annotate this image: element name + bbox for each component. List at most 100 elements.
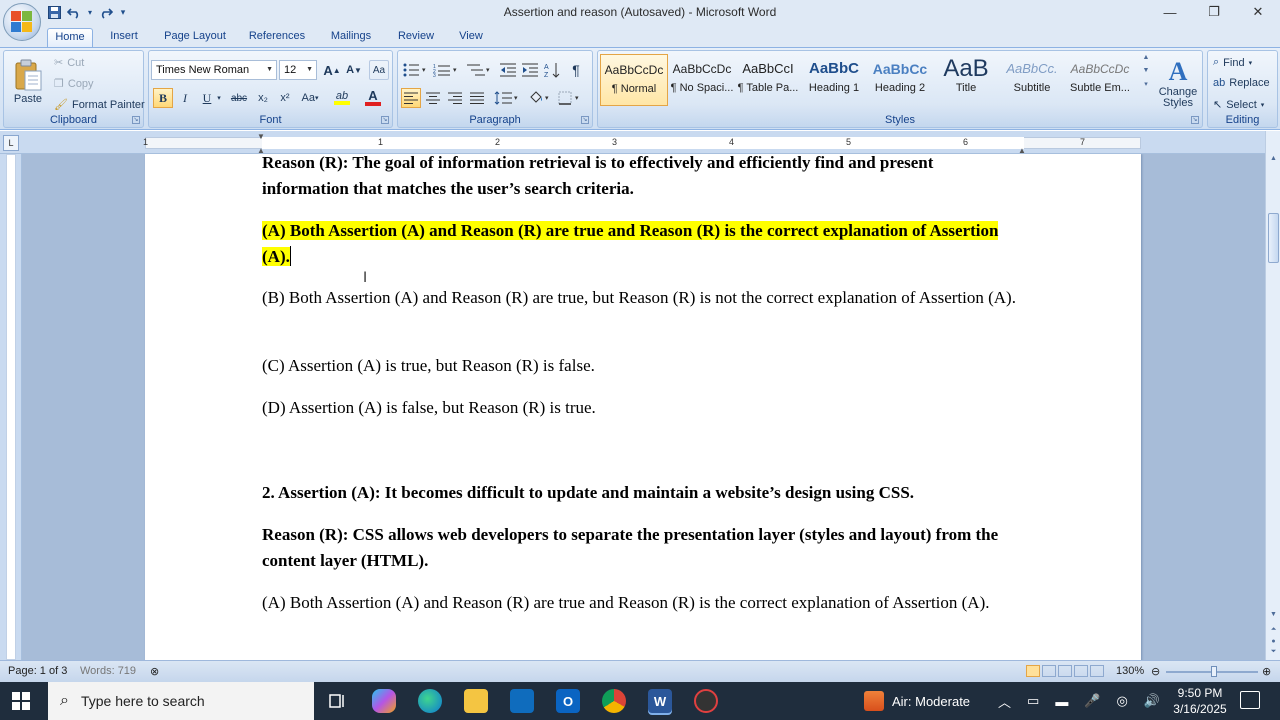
- line-spacing-button[interactable]: ▾: [492, 88, 522, 108]
- styles-launcher-icon[interactable]: ↘: [1191, 116, 1199, 124]
- shrink-font-button[interactable]: A ▼: [344, 60, 364, 80]
- shading-button[interactable]: ▾: [526, 88, 554, 108]
- volume-icon[interactable]: 🔊: [1144, 693, 1160, 709]
- microsoft-store-icon[interactable]: [510, 689, 534, 713]
- grow-font-button[interactable]: A ▲: [322, 60, 342, 80]
- find-button[interactable]: ⌕ Find ▾: [1213, 56, 1252, 69]
- doc-paragraph[interactable]: (D) Assertion (A) is false, but Reason (…: [262, 395, 1022, 421]
- font-size-combo[interactable]: 12 ▼: [279, 60, 317, 80]
- vertical-ruler[interactable]: [0, 154, 22, 660]
- tab-view[interactable]: View: [452, 28, 490, 47]
- first-line-indent-marker[interactable]: ▼: [257, 132, 265, 141]
- word-count[interactable]: Words: 719: [80, 665, 136, 677]
- tab-review[interactable]: Review: [392, 28, 440, 47]
- show-formatting-marks-button[interactable]: ¶: [566, 60, 586, 80]
- replace-button[interactable]: ab Replace: [1213, 77, 1270, 89]
- align-center-button[interactable]: [423, 88, 443, 108]
- microphone-icon[interactable]: 🎤: [1084, 693, 1100, 709]
- doc-paragraph[interactable]: (B) Both Assertion (A) and Reason (R) ar…: [262, 285, 1022, 311]
- scroll-up-arrow-icon[interactable]: ▲: [1268, 155, 1279, 166]
- decrease-indent-button[interactable]: [498, 60, 518, 80]
- scroll-down-arrow-icon[interactable]: ▼: [1268, 611, 1279, 622]
- chrome-icon[interactable]: [602, 689, 626, 713]
- font-color-button[interactable]: A: [359, 88, 387, 108]
- increase-indent-button[interactable]: [520, 60, 540, 80]
- weather-widget[interactable]: Air: Moderate: [864, 682, 970, 720]
- style-no-spacing[interactable]: AaBbCcDc ¶ No Spaci...: [670, 54, 734, 106]
- word-taskbar-icon[interactable]: W: [648, 689, 672, 713]
- strikethrough-button[interactable]: abc: [227, 88, 251, 108]
- align-right-button[interactable]: [445, 88, 465, 108]
- font-launcher-icon[interactable]: ↘: [381, 116, 389, 124]
- tab-page-layout[interactable]: Page Layout: [158, 28, 232, 47]
- outline-view-icon[interactable]: [1074, 665, 1088, 677]
- style-heading-1[interactable]: AaBbC Heading 1: [802, 54, 866, 106]
- task-view-icon[interactable]: [326, 689, 350, 713]
- minimize-button[interactable]: —: [1148, 0, 1192, 24]
- paste-button[interactable]: Paste: [8, 53, 48, 111]
- document-page[interactable]: Reason (R): The goal of information retr…: [145, 154, 1141, 660]
- zoom-level[interactable]: 130%: [1116, 665, 1144, 677]
- recorder-icon[interactable]: [694, 689, 718, 713]
- select-button[interactable]: ↖ Select ▾: [1213, 98, 1264, 112]
- style-heading-2[interactable]: AaBbCc Heading 2: [868, 54, 932, 106]
- style-subtitle[interactable]: AaBbCc. Subtitle: [1000, 54, 1064, 106]
- taskbar-search-box[interactable]: ⌕ Type here to search: [48, 682, 314, 720]
- outlook-icon[interactable]: O: [556, 689, 580, 713]
- change-styles-button[interactable]: A Change Styles: [1157, 54, 1199, 112]
- zoom-out-icon[interactable]: ⊖: [1151, 665, 1160, 678]
- bullets-button[interactable]: ▾: [401, 60, 429, 80]
- highlighted-text[interactable]: (A) Both Assertion (A) and Reason (R) ar…: [262, 221, 999, 266]
- text-highlight-button[interactable]: ab: [327, 88, 357, 108]
- superscript-button[interactable]: x²: [275, 88, 295, 108]
- borders-button[interactable]: ▾: [556, 88, 586, 108]
- next-page-icon[interactable]: ⏷: [1268, 648, 1279, 659]
- numbering-button[interactable]: 1 2 3 ▾: [431, 60, 461, 80]
- scroll-down-icon[interactable]: ▼: [1143, 67, 1150, 74]
- print-layout-view-icon[interactable]: [1026, 665, 1040, 677]
- bold-button[interactable]: B: [153, 88, 173, 108]
- draft-view-icon[interactable]: [1090, 665, 1104, 677]
- doc-paragraph[interactable]: (A) Both Assertion (A) and Reason (R) ar…: [262, 590, 1022, 616]
- windows-start-icon[interactable]: [12, 692, 30, 713]
- full-screen-reading-icon[interactable]: [1042, 665, 1056, 677]
- font-name-combo[interactable]: Times New Roman ▼: [151, 60, 277, 80]
- cut-button[interactable]: ✂ Cut: [54, 56, 84, 70]
- tab-mailings[interactable]: Mailings: [322, 28, 380, 47]
- align-left-button[interactable]: [401, 88, 421, 108]
- format-painter-button[interactable]: 🖌 Format Painter: [54, 98, 145, 112]
- tab-insert[interactable]: Insert: [102, 28, 146, 47]
- paragraph-launcher-icon[interactable]: ↘: [581, 116, 589, 124]
- style-table-paragraph[interactable]: AaBbCcI ¶ Table Pa...: [736, 54, 800, 106]
- doc-paragraph[interactable]: (C) Assertion (A) is true, but Reason (R…: [262, 353, 1022, 379]
- style-subtle-emphasis[interactable]: AaBbCcDc Subtle Em...: [1066, 54, 1134, 106]
- doc-paragraph[interactable]: Reason (R): The goal of information retr…: [262, 154, 1022, 202]
- proofing-icon[interactable]: ⊗: [150, 665, 159, 678]
- show-hidden-icons-icon[interactable]: ︿: [998, 692, 1011, 711]
- scrollbar-thumb[interactable]: [1268, 213, 1279, 263]
- edge-browser-icon[interactable]: [418, 689, 442, 713]
- underline-button[interactable]: U: [197, 88, 217, 108]
- subscript-button[interactable]: x₂: [253, 88, 273, 108]
- styles-scroll[interactable]: ▲ ▼ ▾: [1140, 54, 1152, 106]
- file-explorer-icon[interactable]: [464, 689, 488, 713]
- clock[interactable]: 9:50 PM 3/16/2025: [1172, 685, 1228, 717]
- web-layout-icon[interactable]: [1058, 665, 1072, 677]
- vertical-scrollbar[interactable]: ▲ ▼ ⏶ ● ⏷: [1265, 131, 1280, 660]
- zoom-slider-thumb[interactable]: [1211, 666, 1217, 677]
- tab-references[interactable]: References: [244, 28, 310, 47]
- network-icon[interactable]: ◎: [1117, 693, 1128, 709]
- copy-button[interactable]: ❐ Copy: [54, 77, 94, 91]
- justify-button[interactable]: [467, 88, 487, 108]
- battery-icon[interactable]: ▬: [1055, 694, 1068, 709]
- meet-now-icon[interactable]: ▭: [1027, 693, 1039, 709]
- close-button[interactable]: ✕: [1236, 0, 1280, 24]
- doc-paragraph[interactable]: 2. Assertion (A): It becomes difficult t…: [262, 480, 1022, 506]
- horizontal-ruler[interactable]: L 1 1 2 3 4 5 6 7 ▼ ▲ ▲ ▤: [0, 131, 1280, 155]
- more-styles-icon[interactable]: ▾: [1144, 80, 1148, 88]
- underline-dropdown-icon[interactable]: ▾: [215, 88, 223, 108]
- style-title[interactable]: AaB Title: [934, 54, 998, 106]
- italic-button[interactable]: I: [175, 88, 195, 108]
- change-case-button[interactable]: Aa ▾: [297, 88, 323, 108]
- notifications-icon[interactable]: [1240, 691, 1260, 709]
